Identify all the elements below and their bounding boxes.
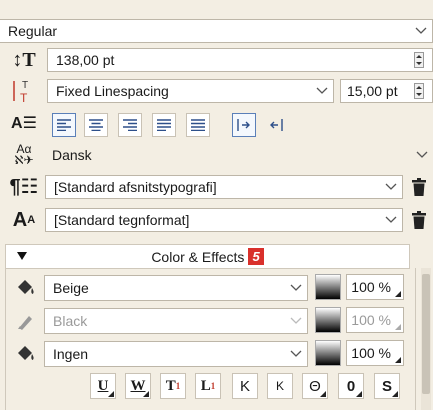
- align-justify-all-button[interactable]: [186, 113, 210, 137]
- indent-start-button[interactable]: [232, 113, 256, 137]
- fill-color-value: Beige: [53, 280, 89, 296]
- chevron-down-icon: [311, 80, 333, 102]
- highlight-opacity-value: 100 %: [351, 345, 391, 361]
- stroke-opacity-value: 100 %: [351, 312, 391, 328]
- outline-button[interactable]: 0: [338, 373, 364, 399]
- linespacing-mode-value: Fixed Linespacing: [56, 83, 169, 99]
- subscript-button[interactable]: T1: [160, 373, 186, 399]
- strikethrough-button[interactable]: Θ: [302, 373, 328, 399]
- linespacing-mode-select[interactable]: Fixed Linespacing: [47, 79, 334, 103]
- align-right-button[interactable]: [118, 113, 142, 137]
- paragraph-style-select[interactable]: [Standard afsnitstypografi]: [45, 175, 403, 199]
- character-style-select[interactable]: [Standard tegnformat]: [45, 208, 403, 232]
- underline-button[interactable]: U: [90, 373, 116, 399]
- indent-end-button[interactable]: [264, 113, 288, 137]
- font-style-value: Regular: [8, 23, 58, 39]
- superscript-button[interactable]: L1: [195, 373, 221, 399]
- stroke-brush-icon: [14, 310, 38, 334]
- highlight-color-value: Ingen: [53, 346, 89, 362]
- language-select[interactable]: Dansk: [44, 143, 433, 167]
- stroke-color-select[interactable]: Black: [44, 308, 308, 334]
- step-badge: 5: [248, 248, 264, 265]
- linespacing-icon: TT: [8, 77, 38, 105]
- font-size-value: 138,00 pt: [56, 52, 115, 68]
- language-icon: Aα ℵ✈: [14, 142, 34, 167]
- chevron-down-icon: [285, 277, 307, 299]
- stroke-opacity-field[interactable]: 100 %: [346, 307, 404, 333]
- highlight-opacity-field[interactable]: 100 %: [346, 340, 404, 366]
- alignment-toolbar: [0, 113, 433, 137]
- all-caps-button[interactable]: K: [232, 373, 258, 399]
- highlight-bucket-icon: [14, 342, 38, 366]
- chevron-down-icon: [411, 144, 433, 166]
- paragraph-style-value: [Standard afsnitstypografi]: [54, 179, 217, 195]
- character-panel: Regular ↕T 138,00 pt TT Fixed Linespacin…: [0, 0, 433, 410]
- delete-character-style-button[interactable]: [407, 207, 431, 233]
- chevron-down-icon: [380, 209, 402, 231]
- trash-icon: [412, 178, 426, 196]
- chevron-down-icon: [285, 310, 307, 332]
- fill-color-select[interactable]: Beige: [44, 275, 308, 301]
- stroke-color-value: Black: [53, 313, 88, 329]
- fill-color-swatch[interactable]: [315, 274, 341, 300]
- scrollbar-thumb[interactable]: [422, 274, 430, 394]
- svg-text:T: T: [20, 91, 28, 104]
- stroke-color-swatch[interactable]: [315, 307, 341, 333]
- trash-icon: [412, 211, 426, 229]
- delete-paragraph-style-button[interactable]: [407, 174, 431, 200]
- color-effects-title: Color & Effects: [151, 248, 245, 265]
- align-center-button[interactable]: [84, 113, 108, 137]
- highlight-color-swatch[interactable]: [315, 340, 341, 366]
- character-style-value: [Standard tegnformat]: [54, 212, 190, 228]
- linespacing-value-field[interactable]: 15,00 pt: [340, 79, 433, 103]
- font-size-stepper[interactable]: [412, 49, 426, 71]
- fill-bucket-icon: [14, 276, 38, 300]
- linespacing-stepper[interactable]: [412, 80, 426, 102]
- fill-opacity-value: 100 %: [351, 279, 391, 295]
- font-size-icon: ↕T: [12, 48, 36, 71]
- highlight-color-select[interactable]: Ingen: [44, 341, 308, 367]
- font-style-select[interactable]: Regular: [0, 19, 433, 43]
- collapse-triangle-icon: [17, 252, 27, 260]
- scrollbar[interactable]: [421, 268, 431, 410]
- fill-opacity-field[interactable]: 100 %: [346, 274, 404, 300]
- small-caps-button[interactable]: K: [267, 373, 293, 399]
- color-effects-header[interactable]: Color & Effects 5: [5, 244, 410, 269]
- chevron-down-icon: [410, 20, 432, 42]
- svg-text:T: T: [22, 80, 28, 91]
- word-underline-button[interactable]: W: [125, 373, 151, 399]
- chevron-down-icon: [380, 176, 402, 198]
- character-style-icon: AA: [12, 208, 36, 231]
- paragraph-style-icon: ¶☷: [9, 175, 39, 198]
- align-left-button[interactable]: [52, 113, 76, 137]
- language-value: Dansk: [52, 147, 92, 163]
- align-justify-button[interactable]: [152, 113, 176, 137]
- font-size-field[interactable]: 138,00 pt: [47, 48, 433, 72]
- chevron-down-icon: [285, 343, 307, 365]
- shadow-button[interactable]: S: [374, 373, 400, 399]
